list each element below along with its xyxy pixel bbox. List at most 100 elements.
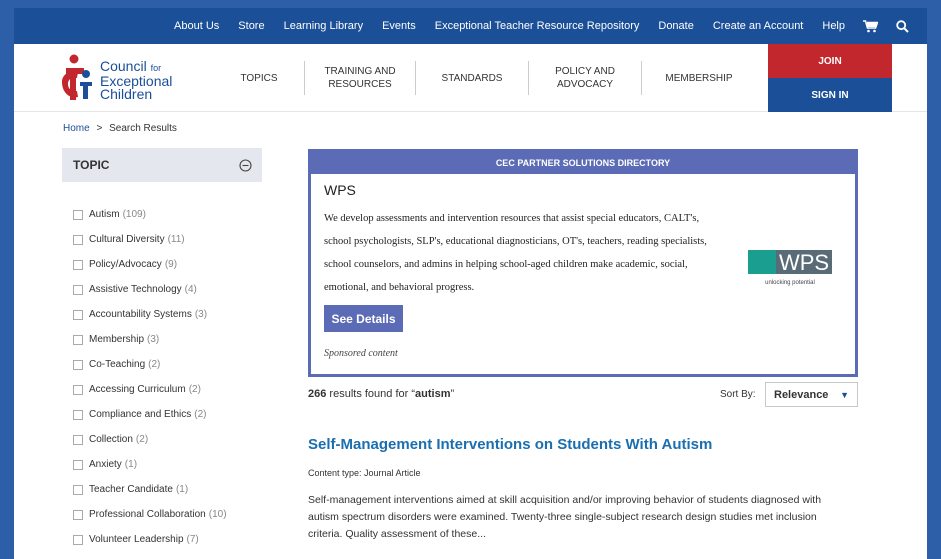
topic-count: (11) [167,234,185,245]
topic-filter-item[interactable]: Co-Teaching (2) [73,352,227,377]
nav-policy-and-advocacy[interactable]: POLICY AND ADVOCACY [529,58,641,98]
topic-filter-item[interactable]: Professional Collaboration (10) [73,502,227,527]
topic-count: (2) [135,434,149,445]
breadcrumb-separator: > [96,123,103,134]
collapse-minus-icon[interactable] [239,158,252,172]
sign-in-button[interactable]: SIGN IN [768,78,892,112]
topic-checkbox[interactable] [73,484,83,495]
topic-checkbox[interactable] [73,334,83,345]
topbar-link-events[interactable]: Events [382,20,416,32]
topic-label: Collection [89,434,133,445]
page-frame: About Us Store Learning Library Events E… [14,8,927,559]
topic-filter-header[interactable]: TOPIC [62,148,262,182]
topic-count: (109) [122,209,146,220]
topic-label: Compliance and Ethics [89,409,192,420]
topic-checkbox[interactable] [73,509,83,520]
topic-count: (4) [184,284,197,295]
topic-checkbox[interactable] [73,409,83,420]
topic-filter-item[interactable]: Autism (109) [73,202,227,227]
topic-count: (9) [164,259,178,270]
topic-label: Membership [89,334,145,345]
topic-filter-item[interactable]: Cultural Diversity (11) [73,227,227,252]
nav-membership[interactable]: MEMBERSHIP [642,58,756,98]
account-cta: JOIN SIGN IN [768,44,892,112]
topic-filter-item[interactable]: Compliance and Ethics (2) [73,402,227,427]
topbar-link-store[interactable]: Store [238,20,264,32]
topic-filter-item[interactable]: Anxiety (1) [73,452,227,477]
result-title-link[interactable]: Self-Management Interventions on Student… [308,436,712,453]
topic-count: (2) [188,384,201,395]
topic-label: Co-Teaching [89,359,146,370]
topic-checkbox[interactable] [73,309,83,320]
topic-count: (1) [124,459,138,470]
topic-label: Anxiety [89,459,122,470]
logo-wordmark: Council for Exceptional Children [100,58,173,102]
topic-label: Policy/Advocacy [89,259,162,270]
topic-checkbox[interactable] [73,209,83,220]
topic-filter-item[interactable]: Teacher Candidate (1) [73,477,227,502]
results-count: 266 results found for “autism” [308,388,455,400]
topbar-link-resource-repository[interactable]: Exceptional Teacher Resource Repository [435,20,640,32]
topbar-link-learning-library[interactable]: Learning Library [284,20,364,32]
sponsored-label: Sponsored content [324,348,398,359]
topic-checkbox[interactable] [73,534,83,545]
topic-checkbox[interactable] [73,384,83,395]
partner-banner: CEC PARTNER SOLUTIONS DIRECTORY [311,152,855,174]
result-content-type: Content type: Journal Article [308,468,421,478]
topic-label: Professional Collaboration [89,509,206,520]
topic-checkbox[interactable] [73,459,83,470]
topic-filter-item[interactable]: Accessing Curriculum (2) [73,377,227,402]
topic-label: Assistive Technology [89,284,182,295]
topic-filter-item[interactable]: Membership (3) [73,327,227,352]
topic-count: (2) [194,409,207,420]
topic-checkbox[interactable] [73,284,83,295]
topic-filter-list: Autism (109) Cultural Diversity (11) Policy/… [73,202,227,559]
topbar-link-about[interactable]: About Us [174,20,219,32]
topic-count: (10) [208,509,227,520]
topic-filter-item[interactable]: ADD/ADHD(6) [73,552,227,559]
sort-select-value: Relevance [774,388,829,401]
topic-checkbox[interactable] [73,359,83,370]
topic-checkbox[interactable] [73,234,83,245]
topic-label: Accessing Curriculum [89,384,186,395]
partner-solutions-box: CEC PARTNER SOLUTIONS DIRECTORY WPS We d… [308,149,858,377]
sort-select[interactable]: Relevance ▼ [765,382,858,407]
topic-count: (7) [186,534,199,545]
topic-checkbox[interactable] [73,434,83,445]
topic-filter-item[interactable]: Volunteer Leadership (7) [73,527,227,552]
nav-standards[interactable]: STANDARDS [416,58,528,98]
topic-count: (3) [194,309,208,320]
topic-filter-title: TOPIC [73,158,110,172]
topic-filter-item[interactable]: Assistive Technology (4) [73,277,227,302]
topbar-link-create-account[interactable]: Create an Account [713,20,804,32]
topic-filter-item[interactable]: Accountability Systems (3) [73,302,227,327]
breadcrumb-current: Search Results [109,123,177,134]
topic-label: Accountability Systems [89,309,192,320]
topic-label: Teacher Candidate [89,484,173,495]
topic-count: (3) [147,334,160,345]
partner-name: WPS [324,182,356,198]
topbar-link-donate[interactable]: Donate [658,20,693,32]
join-button[interactable]: JOIN [768,44,892,78]
topic-filter-item[interactable]: Collection (2) [73,427,227,452]
topic-label: Cultural Diversity [89,234,165,245]
topbar-link-help[interactable]: Help [822,20,845,32]
svg-text:WPS: WPS [779,250,829,274]
site-header: Council for Exceptional Children TOPICS … [14,44,927,112]
nav-training-and-resources[interactable]: TRAINING AND RESOURCES [305,58,415,98]
breadcrumb-home[interactable]: Home [63,123,90,134]
topic-label: Autism [89,209,120,220]
result-snippet: Self-management interventions aimed at s… [308,494,822,540]
see-details-button[interactable]: See Details [324,305,403,332]
nav-topics[interactable]: TOPICS [214,58,304,98]
cec-logo[interactable]: Council for Exceptional Children [60,52,200,104]
topic-filter-item[interactable]: Policy/Advocacy (9) [73,252,227,277]
chevron-down-icon: ▼ [840,389,849,400]
wps-logo[interactable]: WPS unlocking potential [748,250,832,286]
search-icon[interactable] [896,19,909,33]
cart-icon[interactable] [863,19,878,33]
partner-description: We develop assessments and intervention … [324,213,707,293]
topic-label: Volunteer Leadership [89,534,184,545]
topic-count: (1) [175,484,189,495]
topic-checkbox[interactable] [73,259,83,270]
